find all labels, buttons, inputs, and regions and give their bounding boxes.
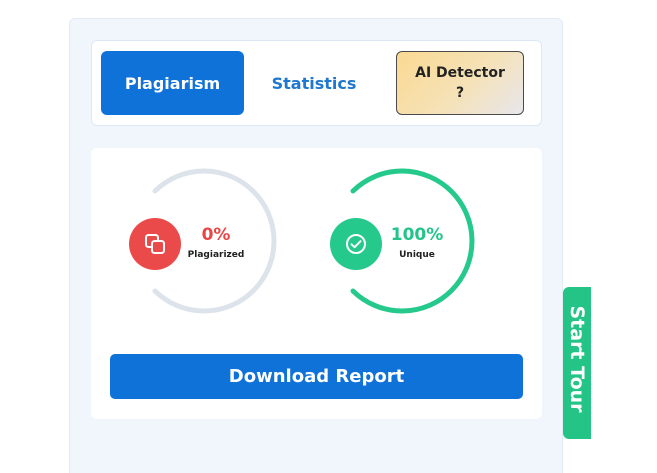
tab-plagiarism[interactable]: Plagiarism [101,51,244,115]
unique-percent: 100% [390,225,444,245]
copy-icon [145,234,165,254]
plagiarized-label: Plagiarized [187,250,245,260]
tab-statistics[interactable]: Statistics [258,51,370,115]
tab-ai-detector-help: ? [455,85,465,101]
tab-ai-detector[interactable]: AI Detector ? [396,51,524,115]
tab-ai-detector-label: AI Detector [415,65,505,81]
plagiarized-badge [129,218,181,270]
check-circle-icon [346,234,366,254]
plagiarized-percent: 0% [201,225,231,245]
unique-badge [330,218,382,270]
unique-label: Unique [399,250,435,260]
download-report-label: Download Report [228,366,405,387]
download-report-button[interactable]: Download Report [110,354,523,399]
start-tour-label: Start Tour [566,305,588,413]
start-tour-tab[interactable]: Start Tour [563,287,591,439]
tab-plagiarism-label: Plagiarism [124,73,221,93]
page: Plagiarism Statistics AI Detector ? 0% P… [0,0,657,473]
tab-statistics-label: Statistics [271,73,357,93]
